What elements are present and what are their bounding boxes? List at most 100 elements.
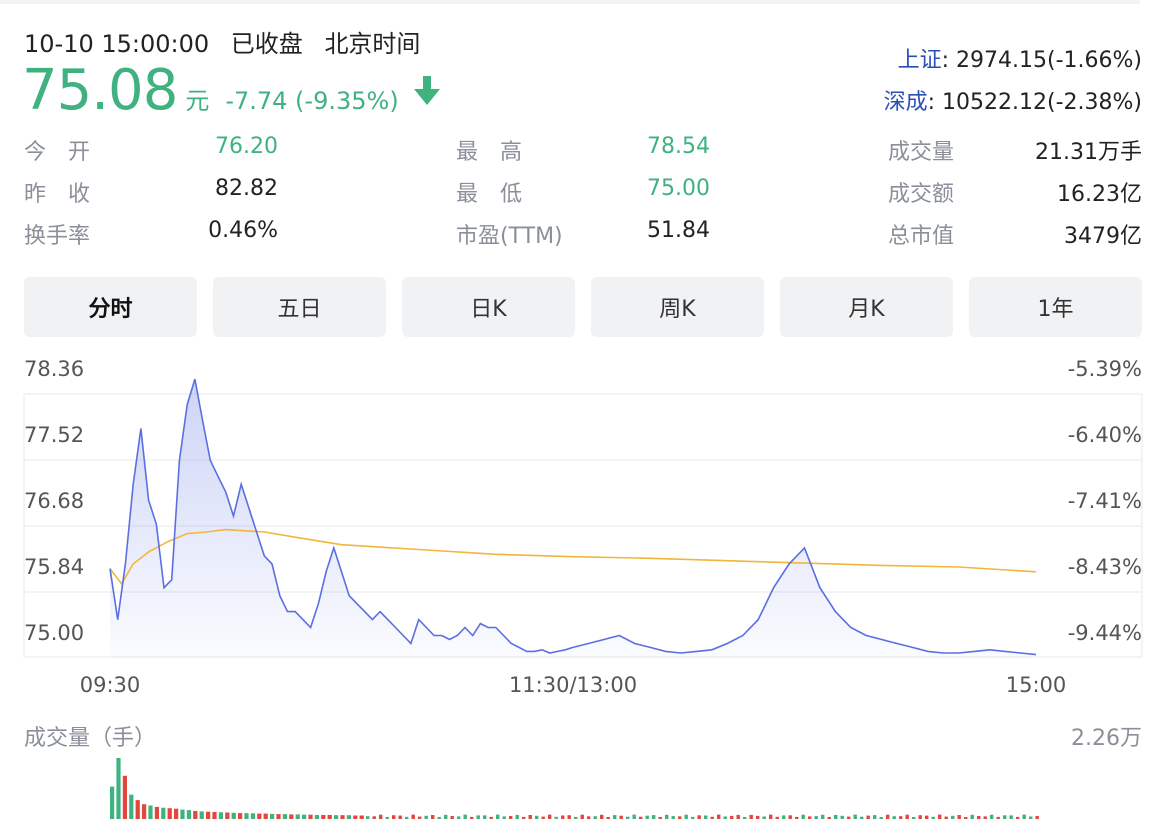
y-tick-label: 75.00: [24, 621, 84, 645]
volume-bar: [353, 815, 358, 819]
volume-bar: [574, 816, 578, 819]
volume-bar: [444, 814, 448, 819]
y-tick-label: 76.68: [24, 489, 84, 513]
volume-bar: [847, 816, 851, 819]
volume-bar: [606, 817, 610, 819]
volume-bar: [957, 815, 961, 819]
volume-bar: [697, 815, 701, 819]
pct-tick-label: -8.43%: [1068, 555, 1142, 579]
volume-bar: [866, 815, 870, 819]
volume-bar: [554, 816, 558, 819]
volume-bar: [983, 816, 987, 819]
volume-bar: [645, 815, 649, 819]
volume-bar: [795, 816, 799, 819]
volume-bar: [970, 814, 974, 819]
volume-bar: [782, 815, 786, 819]
volume-bar: [951, 815, 955, 819]
volume-bar: [302, 814, 307, 819]
volume-title: 成交量（手）: [24, 726, 157, 751]
volume-bar: [626, 816, 630, 819]
volume-bar: [289, 814, 294, 819]
volume-bar: [276, 814, 281, 819]
volume-bar: [372, 816, 376, 819]
volume-bar: [821, 814, 825, 819]
volume-bar: [295, 814, 300, 819]
volume-bar: [769, 814, 773, 819]
volume-bar: [528, 815, 532, 819]
volume-bar: [834, 815, 838, 819]
volume-bar: [174, 808, 179, 819]
volume-bar: [398, 815, 402, 819]
volume-bar: [1035, 816, 1039, 819]
volume-bar: [250, 813, 255, 819]
volume-bar: [154, 806, 159, 819]
volume-bar: [853, 814, 857, 819]
volume-bar: [905, 814, 909, 819]
volume-bar: [405, 816, 409, 819]
volume-bar: [743, 817, 747, 819]
volume-bar: [925, 815, 929, 819]
volume-bar: [116, 758, 121, 819]
volume-bar: [944, 816, 948, 819]
volume-bar: [206, 811, 211, 819]
intraday-chart[interactable]: 78.36 77.52 76.68 75.84 75.00 -5.39% -6.40% -7.…: [0, 0, 1160, 831]
volume-bar: [424, 815, 428, 819]
volume-bar: [730, 815, 734, 819]
volume-bar: [129, 794, 134, 819]
volume-bar: [788, 815, 792, 819]
volume-bar: [502, 816, 506, 819]
volume-bar: [561, 815, 565, 819]
volume-bar: [541, 816, 545, 819]
volume-bar: [749, 814, 753, 819]
volume-bar: [892, 816, 896, 819]
volume-bar: [385, 816, 389, 819]
volume-bar: [509, 816, 513, 819]
volume-bar: [522, 817, 526, 819]
volume-bar: [717, 814, 721, 819]
volume-bar: [437, 817, 441, 819]
volume-bar: [270, 813, 275, 819]
pct-tick-label: -9.44%: [1068, 621, 1142, 645]
volume-bar: [1022, 814, 1026, 819]
volume-bar: [199, 811, 204, 819]
volume-bar: [457, 816, 461, 819]
pct-tick-label: -6.40%: [1068, 423, 1142, 447]
y-tick-label: 75.84: [24, 555, 84, 579]
volume-bar: [704, 815, 708, 819]
volume-bar: [678, 816, 682, 819]
volume-bar: [632, 814, 636, 819]
volume-bar: [801, 814, 805, 819]
volume-bar: [593, 816, 597, 819]
volume-bar: [470, 816, 474, 819]
volume-bar: [483, 815, 487, 819]
volume-bar: [110, 786, 115, 819]
volume-bar: [691, 816, 695, 819]
volume-bar: [180, 809, 185, 819]
volume-bar: [496, 814, 500, 819]
volume-bar: [684, 814, 688, 819]
volume-bar: [775, 816, 779, 819]
volume-bar: [827, 817, 831, 819]
volume-bar: [167, 808, 172, 819]
volume-bar: [587, 816, 591, 819]
volume-bar: [515, 814, 519, 819]
volume-bar: [346, 815, 351, 819]
volume-bar: [218, 812, 223, 819]
volume-bar: [879, 817, 883, 819]
volume-bar: [580, 814, 584, 819]
volume-bar: [736, 814, 740, 819]
volume-bar: [1029, 816, 1033, 819]
volume-bar: [658, 817, 662, 819]
volume-bar: [665, 814, 669, 819]
volume-bar: [359, 815, 364, 819]
volume-bar: [931, 816, 935, 819]
volume-bar: [886, 814, 890, 819]
volume-bar: [860, 816, 864, 819]
volume-bar: [238, 813, 243, 819]
volume-bar: [918, 815, 922, 819]
volume-bar: [652, 815, 656, 819]
x-tick-label: 09:30: [80, 673, 141, 697]
volume-bar: [314, 815, 319, 819]
volume-bar: [873, 815, 877, 819]
volume-bar: [186, 810, 191, 819]
